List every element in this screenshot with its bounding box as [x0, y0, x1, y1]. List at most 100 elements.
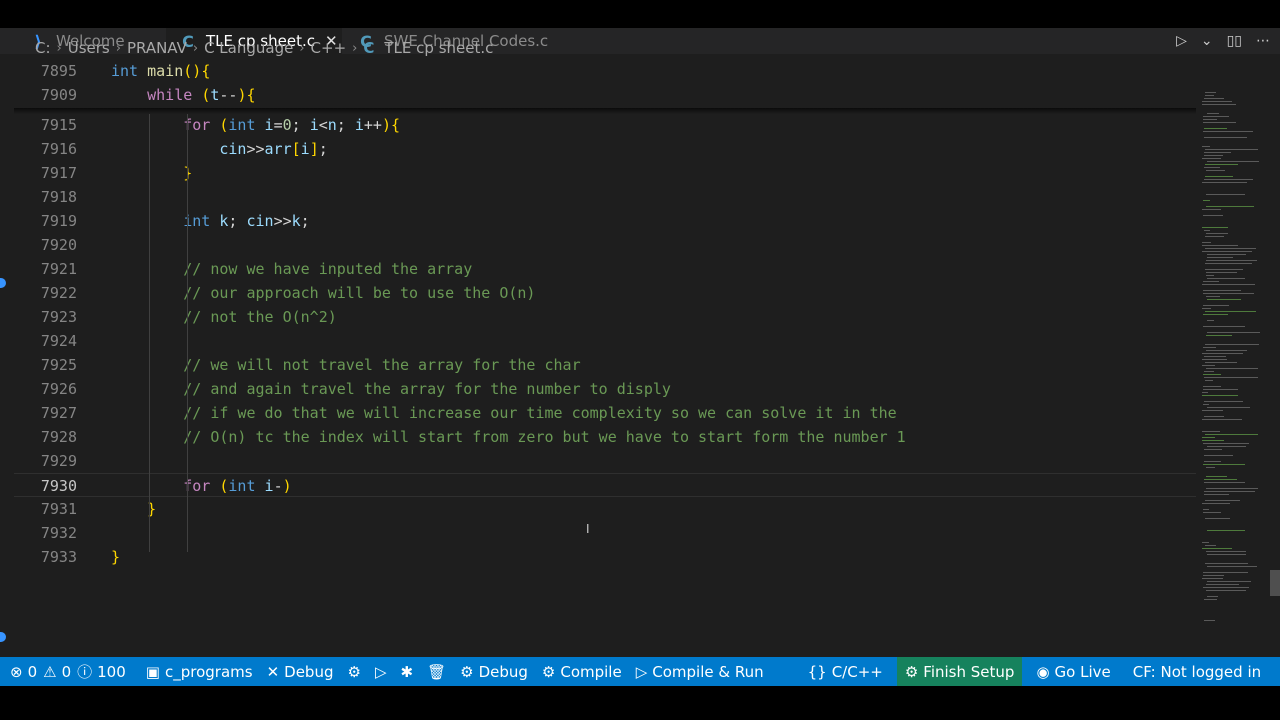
minimap-line	[1203, 464, 1245, 465]
minimap-line	[1206, 584, 1239, 585]
minimap-line	[1203, 305, 1229, 306]
code-line[interactable]: 7927 // if we do that we will increase o…	[14, 401, 1196, 425]
minimap[interactable]	[1198, 62, 1278, 622]
scrollbar[interactable]	[1270, 570, 1280, 596]
line-number: 7932	[40, 524, 77, 542]
gear-icon: ⚙	[541, 662, 556, 681]
minimap-line	[1204, 152, 1231, 153]
line-number: 7915	[40, 116, 77, 134]
settings-item[interactable]: ⚙	[347, 663, 360, 681]
minimap-line	[1204, 482, 1245, 483]
code-line[interactable]: 7933}	[14, 545, 1196, 569]
finish-setup-item[interactable]: ⚙ Finish Setup	[896, 657, 1023, 686]
minimap-line	[1207, 299, 1241, 300]
breadcrumb-item[interactable]: C++	[311, 39, 347, 57]
split-editor-icon[interactable]: ▯▯	[1227, 33, 1242, 49]
minimap-line	[1206, 296, 1220, 297]
problems-indicator[interactable]: ⊗ 0 ⚠ 0 ⓘ 100	[10, 661, 126, 682]
minimap-line	[1206, 233, 1228, 234]
chevron-down-icon[interactable]: ⌄	[1201, 33, 1213, 49]
line-number: 7933	[40, 548, 77, 566]
minimap-line	[1207, 254, 1246, 255]
minimap-line	[1205, 434, 1258, 435]
minimap-line	[1205, 176, 1233, 177]
breadcrumb-item[interactable]: PRANAV	[127, 39, 187, 57]
code-text: // now we have inputed the array	[183, 260, 473, 278]
cf-status-item[interactable]: CF: Not logged in	[1133, 663, 1261, 681]
code-text: for (int i-)	[183, 477, 292, 495]
minimap-line	[1206, 170, 1225, 171]
code-line[interactable]: 7920	[14, 233, 1196, 257]
minimap-line	[1207, 566, 1257, 567]
code-line[interactable]: 7932	[14, 521, 1196, 545]
code-line[interactable]: 7918	[14, 185, 1196, 209]
line-number: 7930	[40, 477, 77, 495]
minimap-line	[1202, 410, 1223, 411]
code-text: // we will not travel the array for the …	[183, 356, 581, 374]
code-line[interactable]: 7929	[14, 449, 1196, 473]
minimap-line	[1203, 572, 1248, 573]
compile-item[interactable]: ⚙ Compile	[542, 663, 622, 681]
minimap-line	[1202, 227, 1228, 228]
code-line[interactable]: 7922 // our approach will be to use the …	[14, 281, 1196, 305]
minimap-line	[1203, 281, 1219, 282]
info-icon: ⓘ	[77, 663, 93, 681]
gear-icon: ⚙	[347, 662, 361, 681]
code-line[interactable]: 7916 cin>>arr[i];	[14, 137, 1196, 161]
minimap-line	[1202, 251, 1252, 252]
minimap-line	[1202, 395, 1238, 396]
sticky-scroll-shadow	[14, 108, 1196, 114]
minimap-line	[1202, 284, 1255, 285]
breadcrumb-item[interactable]: C:	[35, 39, 51, 57]
minimap-line	[1204, 461, 1221, 462]
minimap-line	[1206, 590, 1246, 591]
minimap-line	[1203, 116, 1229, 117]
code-line[interactable]: 7928 // O(n) tc the index will start fro…	[14, 425, 1196, 449]
code-editor[interactable]: 79147915 for (int i=0; i<n; i++){7916 ci…	[14, 59, 1196, 622]
minimap-line	[1204, 371, 1214, 372]
language-item[interactable]: {} C/C++	[808, 663, 883, 681]
breadcrumb-item[interactable]: Users	[68, 39, 110, 57]
minimap-line	[1202, 146, 1210, 147]
indent-guide	[149, 112, 150, 552]
code-line[interactable]: 7923 // not the O(n^2)	[14, 305, 1196, 329]
minimap-line	[1206, 476, 1227, 477]
breadcrumb-item[interactable]: TLE cp sheet.c	[384, 39, 493, 57]
sticky-scroll-line[interactable]: 7895 int main(){	[14, 59, 1196, 83]
code-line[interactable]: 7925 // we will not travel the array for…	[14, 353, 1196, 377]
line-number: 7931	[40, 500, 77, 518]
folder-item[interactable]: ▣ c_programs	[146, 663, 253, 681]
code-text: cin>>arr[i];	[219, 140, 328, 158]
minimap-line	[1202, 431, 1220, 432]
minimap-line	[1207, 161, 1259, 162]
line-number: 7895	[40, 62, 77, 80]
compile-run-item[interactable]: ▷ Compile & Run	[636, 663, 764, 681]
minimap-line	[1203, 119, 1217, 120]
more-icon[interactable]: ⋯	[1256, 33, 1270, 49]
debug-config-item[interactable]: ⚙ Debug	[460, 663, 528, 681]
minimap-line	[1206, 335, 1232, 336]
minimap-line	[1202, 392, 1208, 393]
code-line[interactable]: 7931 }	[14, 497, 1196, 521]
code-line[interactable]: 7921 // now we have inputed the array	[14, 257, 1196, 281]
sticky-scroll-line[interactable]: 7909 while (t--){	[14, 83, 1196, 107]
minimap-line	[1205, 362, 1237, 363]
code-line[interactable]: 7919 int k; cin>>k;	[14, 209, 1196, 233]
breadcrumb-item[interactable]: C Language	[204, 39, 293, 57]
debug-item[interactable]: ✕ Debug	[267, 663, 334, 681]
code-line[interactable]: 7917 }	[14, 161, 1196, 185]
line-number: 7916	[40, 140, 77, 158]
code-text: // not the O(n^2)	[183, 308, 337, 326]
go-live-item[interactable]: ◉ Go Live	[1036, 663, 1110, 681]
bug-item[interactable]: ✱	[400, 663, 413, 681]
code-line[interactable]: 7915 for (int i=0; i<n; i++){	[14, 113, 1196, 137]
minimap-line	[1204, 599, 1217, 600]
code-text: while (t--){	[147, 86, 256, 104]
chevron-right-icon: ›	[299, 40, 305, 56]
code-line[interactable]: 7926 // and again travel the array for t…	[14, 377, 1196, 401]
run-item[interactable]: ▷	[375, 663, 387, 681]
code-line[interactable]: 7930 for (int i-)	[14, 473, 1196, 497]
code-line[interactable]: 7924	[14, 329, 1196, 353]
trash-item[interactable]: 🗑	[427, 663, 446, 681]
minimap-line	[1205, 248, 1256, 249]
